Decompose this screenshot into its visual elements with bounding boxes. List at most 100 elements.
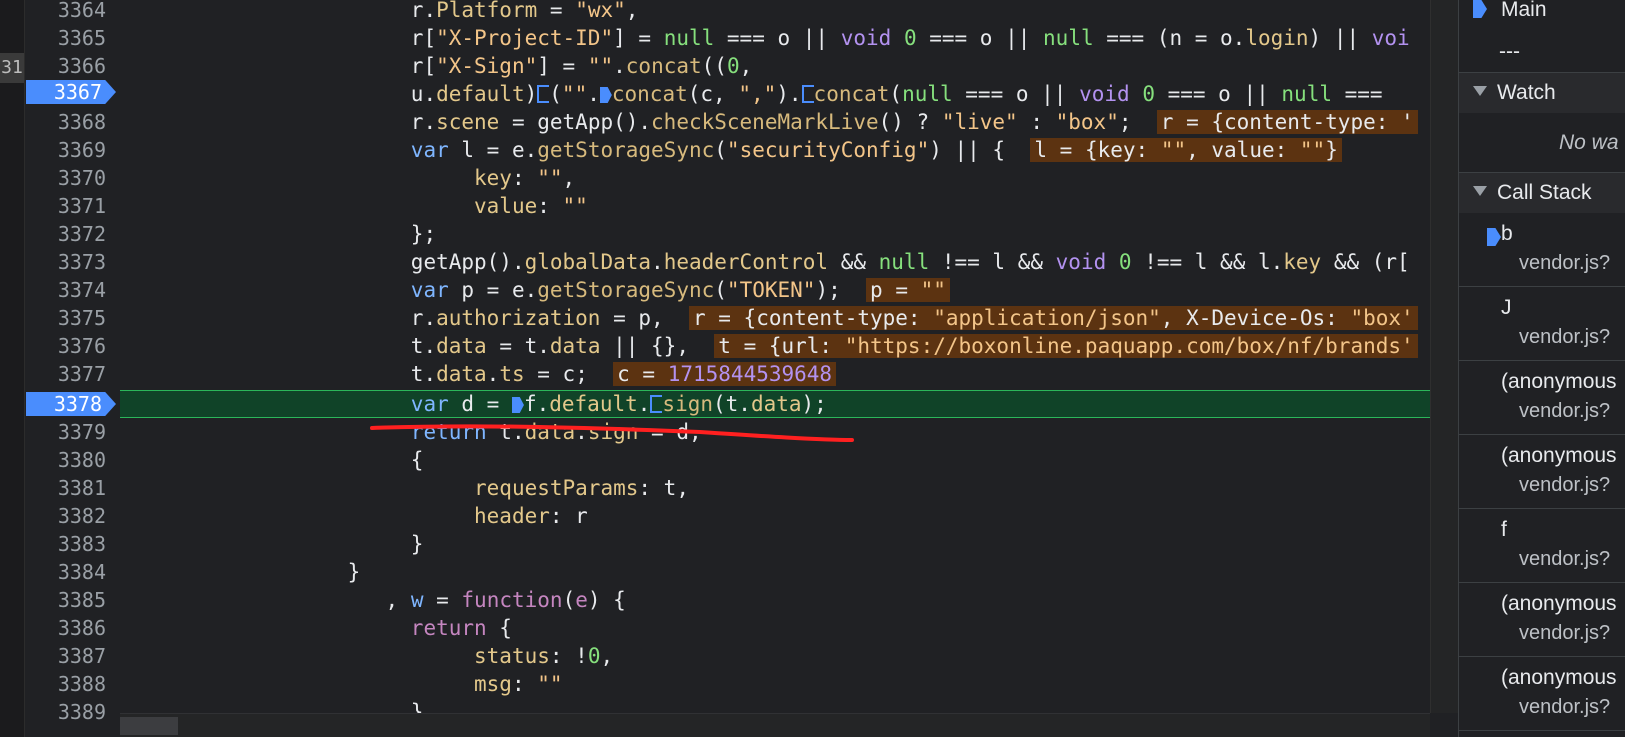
code-token: ) [524,82,538,106]
call-stack-frame[interactable]: (anonymous vendor.js? [1459,436,1625,509]
inline-value[interactable]: t = {url: "https://boxonline.paquapp.com… [714,334,1418,358]
code-line[interactable]: status: !0, [120,642,1430,670]
line-number[interactable]: 3388 [24,670,112,698]
code-line[interactable]: header: r [120,502,1430,530]
code-token: . [587,82,600,106]
code-token: ] = [613,26,664,50]
code-token: 0 [1142,82,1155,106]
code-line[interactable]: } [120,530,1430,558]
line-number[interactable]: 3379 [24,418,112,446]
code-line[interactable]: return t.data.sign = d, [120,418,1430,446]
inline-breakpoint-icon[interactable] [801,85,814,103]
inline-value[interactable]: r = {content-type: "application/json", X… [688,306,1418,330]
line-number[interactable]: 3369 [24,136,112,164]
code-line[interactable]: } [120,558,1430,586]
inline-value[interactable]: c = 1715844539648 [613,362,837,386]
code-line[interactable]: r.scene = getApp().checkSceneMarkLive() … [120,108,1430,136]
inline-value-text: t = {url: [718,334,845,358]
code-token: "securityConfig" [726,138,930,162]
line-number[interactable]: 3386 [24,614,112,642]
line-number[interactable]: 3375 [24,304,112,332]
line-number[interactable]: 3371 [24,192,112,220]
call-stack-frame[interactable]: (anonymous vendor.js? [1459,362,1625,435]
inline-value[interactable]: l = {key: "", value: ""} [1030,138,1342,162]
code-line[interactable]: { [120,446,1430,474]
line-number[interactable]: 3389 [24,698,112,726]
current-execution-line[interactable]: var d = f.default. sign(t.data); [120,390,1430,418]
code-token: : t, [638,476,689,500]
code-line[interactable]: var p = e.getStorageSync("TOKEN"); p = "… [120,276,1430,304]
expand-triangle-icon [1473,86,1487,96]
code-line[interactable]: r["X-Sign"] = "".concat((0, [120,52,1430,80]
code-token: === (n = o. [1093,26,1246,50]
code-token: ; [1118,110,1132,134]
inline-breakpoint-icon[interactable] [511,397,524,413]
line-number[interactable]: 3373 [24,248,112,276]
code-line[interactable]: return { [120,614,1430,642]
code-line[interactable]: requestParams: t, [120,474,1430,502]
inline-breakpoint-icon[interactable] [650,395,663,413]
inline-breakpoint-icon[interactable] [599,87,612,103]
code-token: = t. [486,334,550,358]
code-token: ( [889,82,903,106]
vertical-scrollbar[interactable] [1430,0,1458,713]
line-number[interactable]: 3364 [24,0,112,24]
inline-value-text: c = [617,362,668,386]
code-line[interactable]: u.default) ("". concat(c, ","). concat(null… [120,80,1430,108]
debugger-sidebar: Main --- Watch No wa Call Stack b vendor… [1458,0,1625,737]
code-line[interactable]: t.data.ts = c; c = 1715844539648 [120,360,1430,388]
code-token: ); [801,392,827,416]
line-number[interactable]: 3377 [24,360,112,388]
call-stack-frame[interactable]: (anonymous vendor.js? [1459,658,1625,731]
code-line[interactable]: var l = e.getStorageSync("securityConfig… [120,136,1430,164]
line-number[interactable]: 3374 [24,276,112,304]
line-number[interactable]: 3368 [24,108,112,136]
frame-function-name: b [1501,222,1513,245]
inline-value[interactable]: r = {content-type: ' [1156,110,1418,134]
code-token: e [575,588,588,612]
breakpoint-marker[interactable]: 3367 [26,80,116,104]
line-number[interactable]: 3385 [24,586,112,614]
code-token: = c; [524,362,588,386]
code-line[interactable]: msg: "" [120,670,1430,698]
line-number[interactable]: 3370 [24,164,112,192]
line-number[interactable]: 3384 [24,558,112,586]
watch-section-header[interactable]: Watch [1459,72,1625,113]
line-number[interactable]: 3380 [24,446,112,474]
line-number[interactable]: 3365 [24,24,112,52]
code-line[interactable]: r["X-Project-ID"] = null === o || void 0… [120,24,1430,52]
line-number[interactable]: 3387 [24,642,112,670]
call-stack-frame[interactable]: f vendor.js? [1459,510,1625,583]
code-line[interactable]: value: "" [120,192,1430,220]
code-token: msg [474,672,512,696]
horizontal-scrollbar[interactable] [120,713,1430,737]
code-line[interactable]: t.data = t.data || {}, t = {url: "https:… [120,332,1430,360]
frame-location: vendor.js? [1519,696,1611,718]
line-number[interactable]: 3383 [24,530,112,558]
code-line[interactable]: r.Platform = "wx", [120,0,1430,24]
call-stack-section-header[interactable]: Call Stack [1459,172,1625,213]
inline-value[interactable]: p = "" [866,278,950,302]
line-number[interactable]: 3372 [24,220,112,248]
code-token: "," [738,82,777,106]
code-token: data [436,362,487,386]
breakpoint-marker[interactable]: 3378 [26,392,116,416]
code-line[interactable]: , w = function(e) { [120,586,1430,614]
line-number[interactable]: 3382 [24,502,112,530]
code-line[interactable]: key: "", [120,164,1430,192]
horizontal-scrollbar-thumb[interactable] [120,717,178,735]
inline-breakpoint-icon[interactable] [537,85,550,103]
line-number[interactable]: 3376 [24,332,112,360]
line-number[interactable]: 3366 [24,52,112,80]
line-number[interactable]: 3381 [24,474,112,502]
code-line[interactable]: }; [120,220,1430,248]
call-stack-frame[interactable]: (anonymous vendor.js? [1459,584,1625,657]
call-stack-frame[interactable]: b vendor.js? [1459,214,1625,287]
thread-main[interactable]: Main [1459,0,1625,26]
code-token: t. [486,420,525,444]
code-token: header [474,504,550,528]
call-stack-frame[interactable]: J vendor.js? [1459,288,1625,361]
code-line[interactable]: r.authorization = p, r = {content-type: … [120,304,1430,332]
code-token: "box" [1055,110,1119,134]
code-line[interactable]: getApp().globalData.headerControl && nul… [120,248,1430,276]
